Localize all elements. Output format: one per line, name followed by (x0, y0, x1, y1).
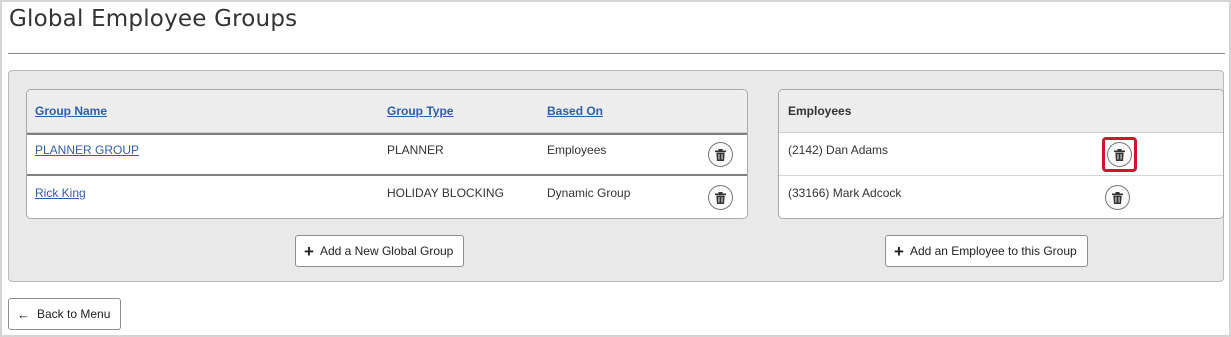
table-row: (2142) Dan Adams (779, 133, 1223, 176)
trash-icon (1114, 148, 1125, 161)
add-global-group-label: Add a New Global Group (319, 244, 454, 258)
employees-table: Employees (2142) Dan Adams (33166) Mark (778, 89, 1224, 219)
table-row[interactable]: PLANNER GROUP PLANNER Employees (27, 133, 747, 176)
delete-group-button[interactable] (708, 185, 733, 210)
delete-group-button[interactable] (708, 142, 733, 167)
trash-icon (715, 191, 726, 204)
groups-table-header: Group Name Group Type Based On (27, 90, 747, 133)
plus-icon: + (304, 241, 314, 261)
employee-label: (33166) Mark Adcock (788, 186, 902, 200)
title-divider (8, 53, 1225, 54)
delete-employee-button[interactable] (1105, 185, 1130, 210)
group-type-cell: HOLIDAY BLOCKING (387, 186, 504, 200)
add-employee-button[interactable]: + Add an Employee to this Group (885, 235, 1088, 267)
group-type-cell: PLANNER (387, 143, 444, 157)
groups-panel: Group Name Group Type Based On PLANNER G… (8, 70, 1224, 282)
based-on-cell: Employees (547, 143, 607, 157)
based-on-cell: Dynamic Group (547, 186, 631, 200)
group-name-header[interactable]: Group Name (35, 104, 107, 118)
group-name-link[interactable]: Rick King (35, 186, 86, 200)
add-employee-label: Add an Employee to this Group (909, 244, 1077, 258)
trash-icon (1112, 191, 1123, 204)
employees-header: Employees (788, 104, 852, 118)
trash-icon (715, 148, 726, 161)
table-row[interactable]: Rick King HOLIDAY BLOCKING Dynamic Group (27, 176, 747, 218)
group-type-header[interactable]: Group Type (387, 104, 453, 118)
group-name-link[interactable]: PLANNER GROUP (35, 143, 139, 157)
page-title: Global Employee Groups (9, 6, 298, 32)
page-frame: Global Employee Groups Group Name Group … (2, 2, 1229, 335)
back-to-menu-label: Back to Menu (37, 307, 111, 321)
add-global-group-button[interactable]: + Add a New Global Group (295, 235, 465, 267)
plus-icon: + (894, 241, 904, 261)
employees-table-header: Employees (779, 90, 1223, 133)
employee-label: (2142) Dan Adams (788, 143, 889, 157)
based-on-header[interactable]: Based On (547, 104, 603, 118)
groups-table: Group Name Group Type Based On PLANNER G… (26, 89, 748, 219)
table-row: (33166) Mark Adcock (779, 176, 1223, 218)
arrow-left-icon: ← (17, 306, 30, 322)
delete-employee-button[interactable] (1107, 142, 1132, 167)
back-to-menu-button[interactable]: ← Back to Menu (8, 298, 122, 330)
